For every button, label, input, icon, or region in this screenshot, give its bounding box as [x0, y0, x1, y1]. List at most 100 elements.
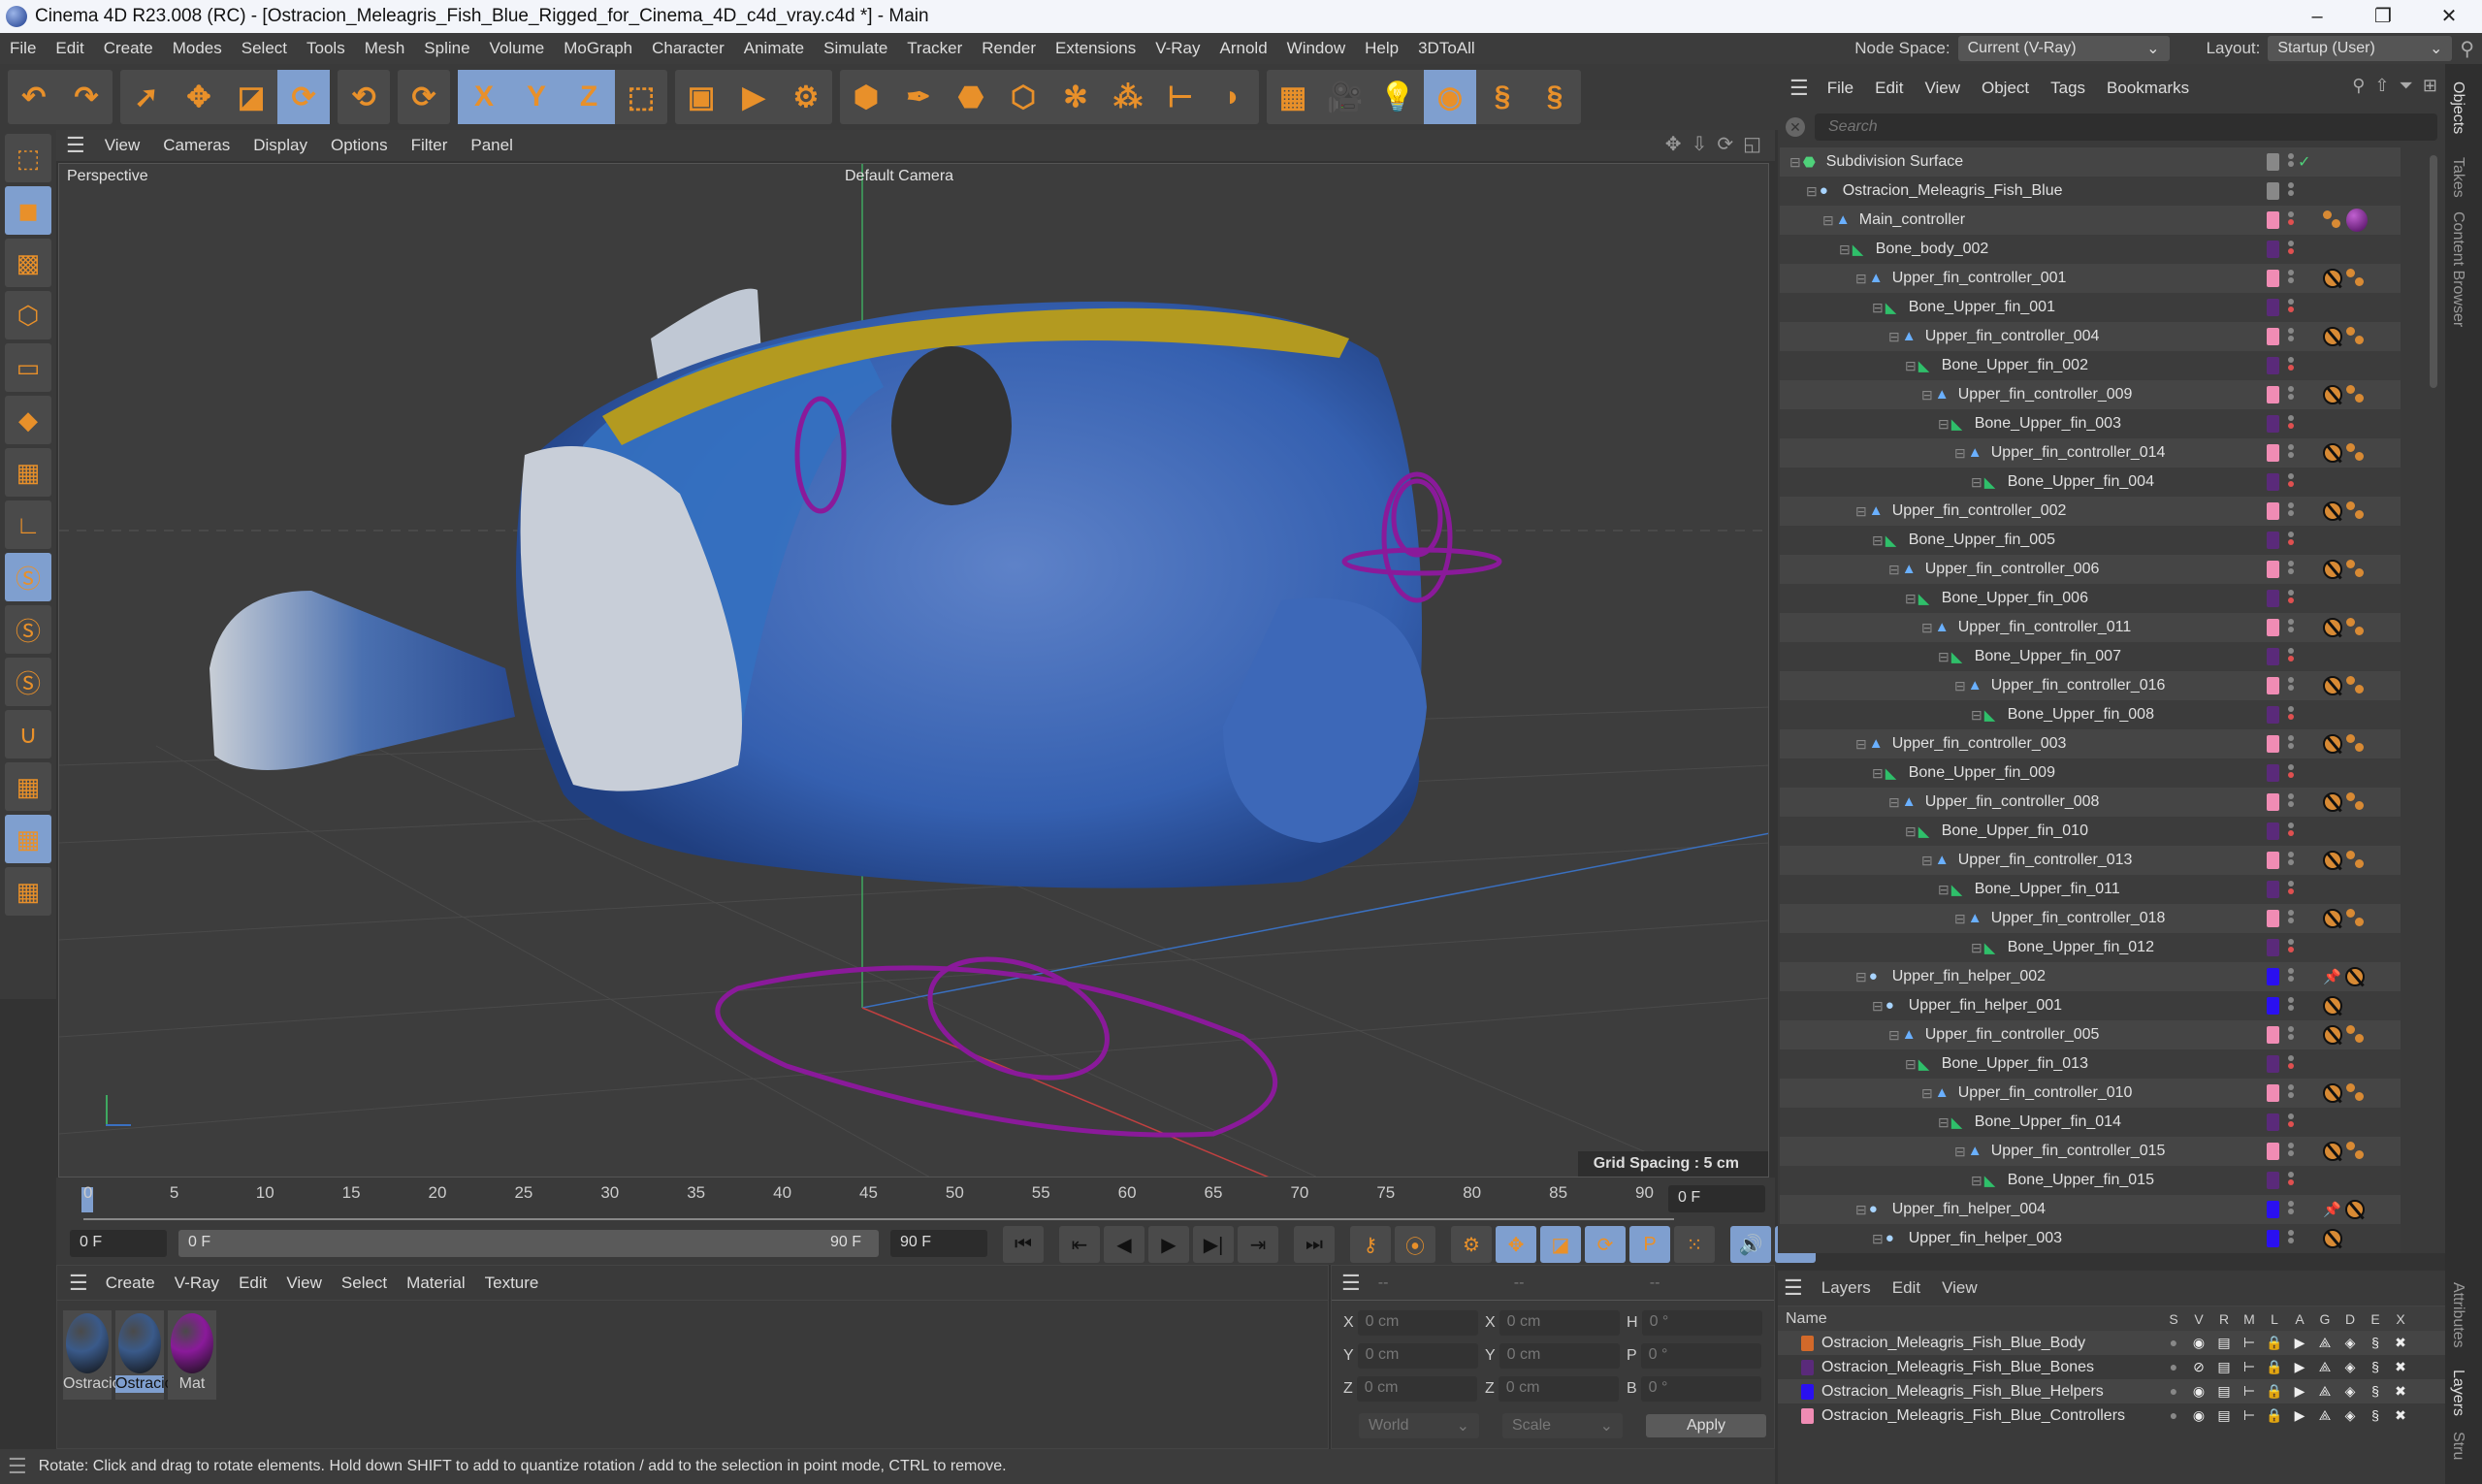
- viewport-menu-view[interactable]: View: [93, 136, 152, 155]
- object-row[interactable]: ⊟ ◣ Bone_Upper_fin_014: [1780, 1108, 2401, 1137]
- visibility-dots[interactable]: [2288, 530, 2294, 551]
- render-view-button[interactable]: ▣: [675, 70, 727, 124]
- animation-toggle-icon[interactable]: ▶: [2287, 1335, 2312, 1351]
- layer-column-d[interactable]: D: [2337, 1311, 2363, 1327]
- object-row[interactable]: ⊟ ◣ Bone_Upper_fin_015: [1780, 1166, 2401, 1195]
- play-button[interactable]: ▶: [1148, 1226, 1189, 1263]
- ik-tag-icon[interactable]: [2346, 734, 2366, 754]
- visibility-dots[interactable]: [2288, 821, 2294, 842]
- ik-tag-icon[interactable]: [2346, 501, 2366, 521]
- floor-button[interactable]: ▦: [1267, 70, 1319, 124]
- layer-color-swatch[interactable]: [2267, 241, 2279, 258]
- expressions-toggle-icon[interactable]: §: [2363, 1335, 2388, 1351]
- menu-create[interactable]: Create: [94, 39, 163, 58]
- object-row[interactable]: ⊟ ⬣ Subdivision Surface ✓: [1780, 147, 2401, 177]
- visibility-dots[interactable]: [2288, 995, 2294, 1016]
- visibility-dots[interactable]: [2288, 762, 2294, 784]
- deformers-toggle-icon[interactable]: ◈: [2337, 1383, 2363, 1400]
- layer-color-swatch[interactable]: [1801, 1359, 1814, 1375]
- layer-column-r[interactable]: R: [2211, 1311, 2237, 1327]
- menu-mograph[interactable]: MoGraph: [554, 39, 642, 58]
- object-menu-view[interactable]: View: [1914, 79, 1971, 98]
- ik-tag-icon[interactable]: [2346, 618, 2366, 637]
- solo-toggle-icon[interactable]: ●: [2161, 1407, 2186, 1424]
- fish-model[interactable]: [210, 288, 1427, 888]
- manager-toggle-icon[interactable]: ⊢: [2237, 1383, 2262, 1400]
- visible-render-toggle-icon[interactable]: ▤: [2211, 1335, 2237, 1351]
- x-axis-button[interactable]: X: [458, 70, 510, 124]
- object-row[interactable]: ⊟ ◣ Bone_Upper_fin_005: [1780, 526, 2401, 555]
- object-menu-object[interactable]: Object: [1971, 79, 2040, 98]
- scale-button[interactable]: ◪: [225, 70, 277, 124]
- object-row[interactable]: ⊟ ● Upper_fin_helper_001: [1780, 991, 2401, 1020]
- constraint-tag-icon[interactable]: [2323, 734, 2342, 754]
- hierarchy-up-icon[interactable]: ⇧: [2374, 76, 2389, 96]
- object-menu-bookmarks[interactable]: Bookmarks: [2096, 79, 2200, 98]
- visibility-dots[interactable]: [2288, 297, 2294, 318]
- hamburger-menu-icon[interactable]: ☰: [57, 1271, 96, 1296]
- object-row[interactable]: ⊟ ▲ Upper_fin_controller_008: [1780, 788, 2401, 817]
- layer-column-g[interactable]: G: [2312, 1311, 2337, 1327]
- undo-button[interactable]: ↶: [8, 70, 60, 124]
- start-frame-field[interactable]: 0 F: [70, 1230, 167, 1257]
- layer-column-m[interactable]: M: [2237, 1311, 2262, 1327]
- new-window-icon[interactable]: ⊞: [2423, 76, 2437, 96]
- key-pla-button[interactable]: ⁙: [1674, 1226, 1715, 1263]
- layer-menu-layers[interactable]: Layers: [1811, 1278, 1882, 1298]
- material-menu-vray[interactable]: V-Ray: [165, 1274, 229, 1293]
- layer-row[interactable]: Ostracion_Meleagris_Fish_Blue_Bones ● ⊘ ▤ ⊢ 🔒…: [1778, 1355, 2445, 1379]
- visibility-dots[interactable]: [2288, 239, 2294, 260]
- object-row[interactable]: ⊟ ● Upper_fin_helper_004 📌: [1780, 1195, 2401, 1224]
- workplane-align-button[interactable]: ▦: [5, 867, 51, 916]
- deformers-toggle-icon[interactable]: ◈: [2337, 1359, 2363, 1375]
- expand-toggle-icon[interactable]: ⊟: [1806, 183, 1818, 200]
- expand-toggle-icon[interactable]: ⊟: [1971, 940, 1982, 956]
- visibility-dots[interactable]: [2288, 442, 2294, 464]
- menu-volume[interactable]: Volume: [480, 39, 555, 58]
- ik-tag-icon[interactable]: [2346, 385, 2366, 404]
- solo-hierarchy-button[interactable]: Ⓢ: [5, 658, 51, 706]
- visibility-dots[interactable]: [2288, 268, 2294, 289]
- constraint-tag-icon[interactable]: [2323, 1083, 2342, 1103]
- minimize-button[interactable]: –: [2284, 0, 2350, 33]
- object-row[interactable]: ⊟ ● Upper_fin_helper_002 📌: [1780, 962, 2401, 991]
- constraint-tag-icon[interactable]: [2323, 909, 2342, 928]
- coordinate-system-button[interactable]: ⬚: [615, 70, 667, 124]
- expand-toggle-icon[interactable]: ⊟: [1855, 503, 1867, 520]
- visibility-dots[interactable]: [2288, 471, 2294, 493]
- expand-toggle-icon[interactable]: ⊟: [1905, 823, 1917, 840]
- object-row[interactable]: ⊟ ◣ Bone_Upper_fin_008: [1780, 700, 2401, 729]
- prev-key-button[interactable]: ⇤: [1059, 1226, 1100, 1263]
- close-button[interactable]: ✕: [2416, 0, 2482, 33]
- layer-color-swatch[interactable]: [2267, 852, 2279, 869]
- expand-toggle-icon[interactable]: ⊟: [1905, 358, 1917, 374]
- constraint-tag-icon[interactable]: [2344, 967, 2365, 986]
- enabled-check-icon[interactable]: ✓: [2298, 152, 2310, 172]
- xref-toggle-icon[interactable]: ✖: [2388, 1407, 2413, 1424]
- object-row[interactable]: ⊟ ◣ Bone_Upper_fin_004: [1780, 468, 2401, 497]
- goto-start-button[interactable]: ⏮: [1003, 1226, 1044, 1263]
- coord-x-input[interactable]: 0 cm: [1499, 1310, 1620, 1336]
- zoom-view-icon[interactable]: ⇩: [1692, 132, 1708, 156]
- next-key-button[interactable]: ⇥: [1238, 1226, 1278, 1263]
- expand-toggle-icon[interactable]: ⊟: [1872, 1231, 1884, 1247]
- material-swatch[interactable]: Ostracio: [115, 1310, 174, 1400]
- ik-tag-icon[interactable]: [2346, 909, 2366, 928]
- layer-column-x[interactable]: X: [2388, 1311, 2413, 1327]
- menu-help[interactable]: Help: [1355, 39, 1408, 58]
- constraint-tag-icon[interactable]: [2323, 501, 2342, 521]
- coordinate-space-select[interactable]: World ⌄: [1359, 1413, 1479, 1438]
- uv-mode-button[interactable]: ▦: [5, 448, 51, 497]
- 3d-viewport[interactable]: Perspective Default Camera Grid Spacing …: [58, 163, 1769, 1178]
- object-row[interactable]: ⊟ ▲ Upper_fin_controller_015: [1780, 1137, 2401, 1166]
- object-menu-edit[interactable]: Edit: [1864, 79, 1914, 98]
- visibility-dots[interactable]: [2288, 908, 2294, 929]
- expand-toggle-icon[interactable]: ⊟: [1872, 300, 1884, 316]
- layer-color-swatch[interactable]: [2267, 357, 2279, 374]
- menu-tracker[interactable]: Tracker: [897, 39, 972, 58]
- layer-color-swatch[interactable]: [2267, 473, 2279, 491]
- render-settings-button[interactable]: ⚙: [780, 70, 832, 124]
- constraint-tag-icon[interactable]: [2323, 269, 2342, 288]
- layer-color-swatch[interactable]: [2267, 619, 2279, 636]
- coordinate-mode-select[interactable]: Scale ⌄: [1502, 1413, 1623, 1438]
